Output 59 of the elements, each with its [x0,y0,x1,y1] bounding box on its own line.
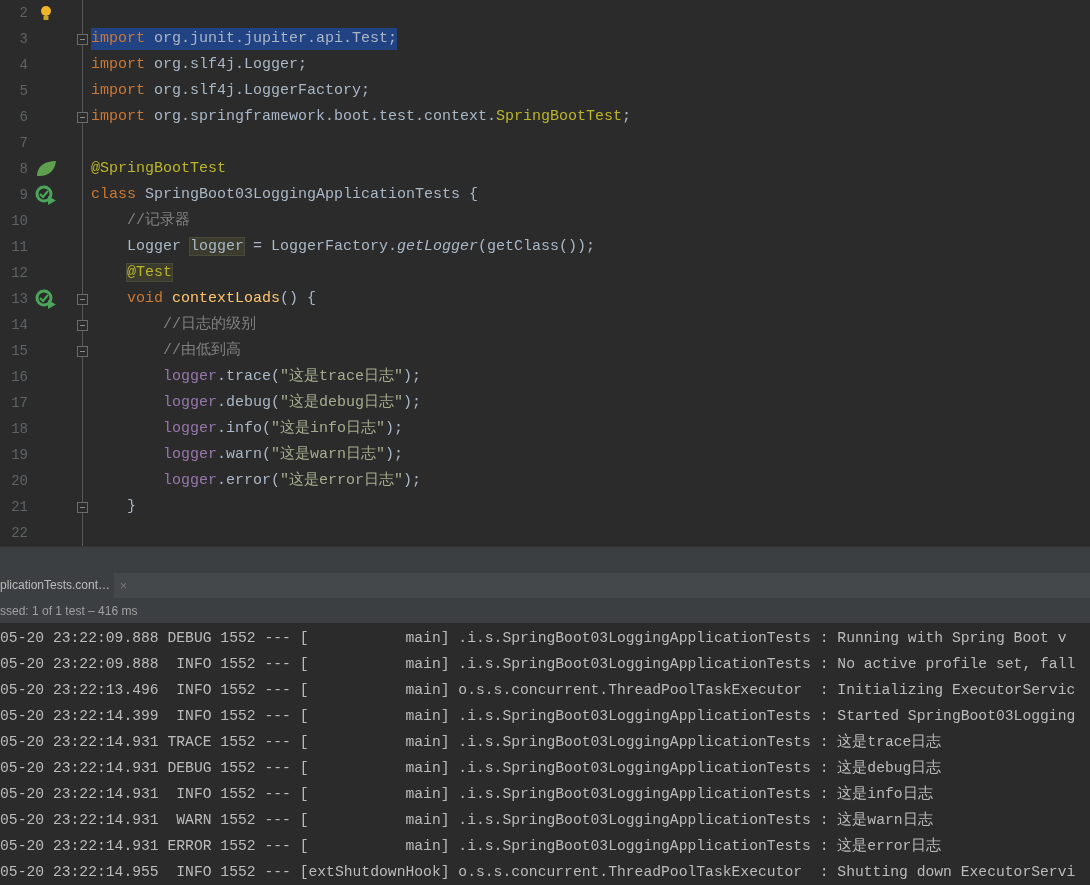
code-line: class SpringBoot03LoggingApplicationTests { [91,185,479,205]
line-number: 13 [10,291,28,307]
code-line: Logger logger = LoggerFactory.getLogger(getClass()); [127,237,596,257]
fold-marker-icon[interactable] [77,111,88,123]
code-line: logger.info("这是info日志"); [163,418,404,439]
code-line: } [127,497,136,517]
code-line: logger.error("这是error日志"); [163,470,422,491]
run-tab[interactable]: plicationTests.cont… [0,573,115,599]
line-number: 4 [18,57,28,73]
log-line: 05-20 23:22:09.888 DEBUG 1552 --- [ main] .i.s.SpringBoot03LoggingApplicationTests : Running with Spring Boot v [0,629,1068,648]
line-number: 2 [18,5,28,21]
code-line: import org.slf4j.Logger; [91,55,308,75]
run-test-icon[interactable] [35,289,57,309]
line-number: 8 [18,161,28,177]
line-number: 19 [10,447,28,463]
log-line: 05-20 23:22:14.931 DEBUG 1552 --- [ main] .i.s.SpringBoot03LoggingApplicationTests : 这是debug日志 [0,758,943,778]
line-number: 7 [18,135,28,151]
code-line: void contextLoads() { [127,289,317,309]
code-line: logger.debug("这是debug日志"); [163,392,422,413]
code-line: //由低到高 [163,340,241,361]
line-number: 6 [18,109,28,125]
code-line: import org.springframework.boot.test.context.SpringBootTest; [91,107,632,127]
log-line: 05-20 23:22:14.931 TRACE 1552 --- [ main] .i.s.SpringBoot03LoggingApplicationTests : 这是trace日志 [0,732,943,752]
log-line: 05-20 23:22:14.931 WARN 1552 --- [ main] .i.s.SpringBoot03LoggingApplicationTests : 这是warn日志 [0,810,934,830]
log-line: 05-20 23:22:14.931 INFO 1552 --- [ main] .i.s.SpringBoot03LoggingApplicationTests : 这是info日志 [0,784,934,804]
log-line: 05-20 23:22:09.888 INFO 1552 --- [ main] .i.s.SpringBoot03LoggingApplicationTests : No active profile set, fall [0,655,1077,674]
line-number: 12 [10,265,28,281]
fold-marker-icon[interactable] [77,293,88,305]
log-line: 05-20 23:22:14.399 INFO 1552 --- [ main] .i.s.SpringBoot03LoggingApplicationTests : Started SpringBoot03Logging [0,707,1077,726]
line-number: 18 [10,421,28,437]
code-line: logger.trace("这是trace日志"); [163,366,422,387]
line-number: 21 [10,499,28,515]
line-number: 14 [10,317,28,333]
line-number: 22 [10,525,28,541]
code-line: @SpringBootTest [91,159,227,179]
run-test-icon[interactable] [35,185,57,205]
line-number: 3 [18,31,28,47]
leaf-icon[interactable] [35,160,57,178]
lightbulb-icon[interactable] [39,5,53,21]
line-number: 20 [10,473,28,489]
log-line: 05-20 23:22:14.931 ERROR 1552 --- [ main] .i.s.SpringBoot03LoggingApplicationTests : 这是error日志 [0,836,943,856]
line-number: 16 [10,369,28,385]
fold-marker-icon[interactable] [77,33,88,45]
code-line: //记录器 [127,211,190,231]
code-line: import org.slf4j.LoggerFactory; [91,81,371,101]
log-line: 05-20 23:22:14.955 INFO 1552 --- [extShutdownHook] o.s.s.concurrent.ThreadPoolTaskExecutor : Shutting down ExecutorServi [0,863,1077,882]
fold-marker-icon[interactable] [77,345,88,357]
line-number: 17 [10,395,28,411]
code-line: //日志的级别 [163,314,256,335]
line-number: 15 [10,343,28,359]
fold-marker-icon[interactable] [77,319,88,331]
log-line: 05-20 23:22:13.496 INFO 1552 --- [ main] o.s.s.concurrent.ThreadPoolTaskExecutor : Initializing ExecutorServic [0,681,1077,700]
test-status-text: ssed: 1 of 1 test – 416 ms [0,603,138,618]
line-number: 10 [10,213,28,229]
fold-marker-icon[interactable] [77,501,88,513]
line-number: 11 [10,239,28,255]
code-line: logger.warn("这是warn日志"); [163,444,404,465]
line-number: 9 [18,187,28,203]
line-number: 5 [18,83,28,99]
